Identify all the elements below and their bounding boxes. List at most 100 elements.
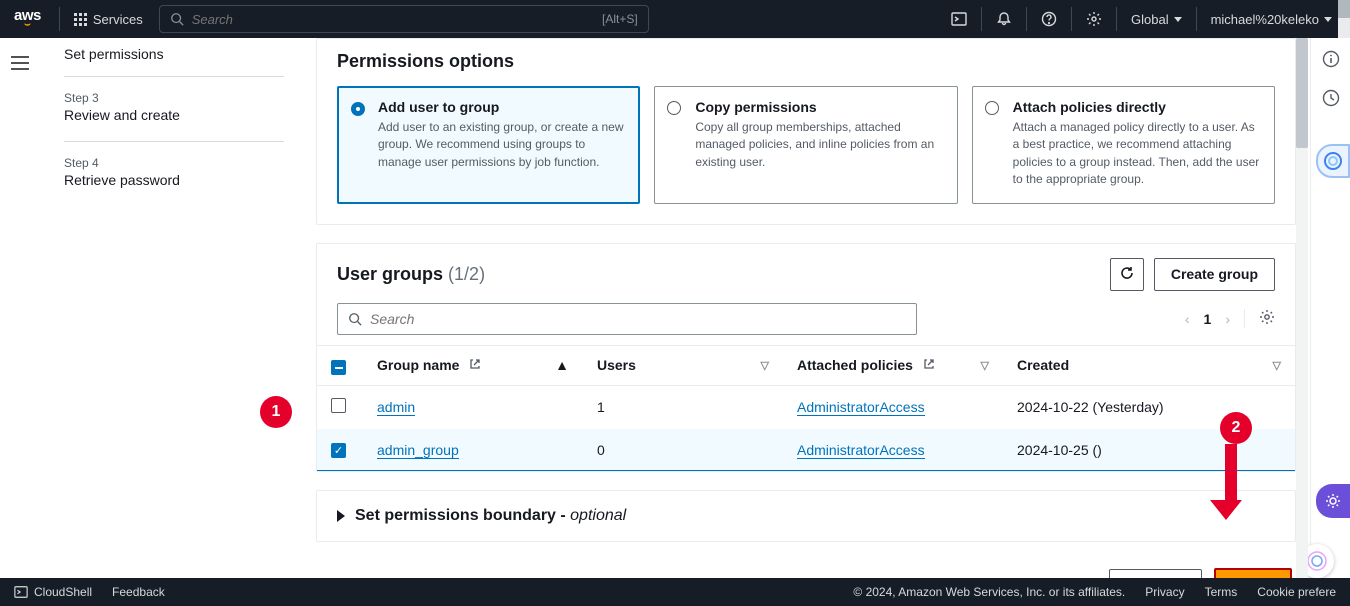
help-icon[interactable] [1031,0,1067,38]
option-copy-permissions[interactable]: Copy permissions Copy all group membersh… [654,86,957,204]
user-groups-panel: User groups (1/2) Create group ‹ 1 › [316,243,1296,473]
step-4-name[interactable]: Retrieve password [64,170,284,202]
settings-icon[interactable] [1076,0,1112,38]
next-button[interactable]: Next [1214,568,1292,578]
cookie-preferences-link[interactable]: Cookie prefere [1257,585,1336,599]
nav-divider [1116,7,1117,31]
col-group-name[interactable]: Group name [377,357,459,373]
nav-divider [1071,7,1072,31]
refresh-button[interactable] [1110,258,1144,291]
privacy-link[interactable]: Privacy [1145,585,1184,599]
option-attach-policies[interactable]: Attach policies directly Attach a manage… [972,86,1275,204]
cancel-button[interactable]: Cancel [1023,570,1097,578]
permissions-options-heading: Permissions options [337,51,1275,72]
step-divider [64,76,284,77]
policy-link[interactable]: AdministratorAccess [797,442,925,459]
table-header-row: Group name ▲ Users ▽ Attached policies ▽ Cr… [317,345,1295,386]
step-3-name[interactable]: Review and create [64,105,284,137]
floating-widget-2[interactable] [1316,484,1350,518]
wizard-footer: Cancel Previous Next [316,560,1296,578]
search-icon [348,312,362,326]
bottom-bar: CloudShell Feedback © 2024, Amazon Web S… [0,578,1350,606]
create-group-button[interactable]: Create group [1154,258,1275,291]
col-attached-policies[interactable]: Attached policies [797,357,913,373]
cell-created: 2024-10-25 () [1003,429,1295,471]
annotation-marker-2: 2 [1220,412,1252,444]
nav-divider [981,7,982,31]
permissions-boundary-toggle[interactable]: Set permissions boundary - optional [317,491,1295,541]
page-number: 1 [1204,311,1212,327]
row-checkbox[interactable] [331,398,346,413]
radio-icon [667,101,681,115]
side-nav-toggle-rail [0,46,40,83]
region-selector[interactable]: Global [1121,12,1192,27]
option-title: Add user to group [378,99,625,115]
filter-icon[interactable]: ▽ [761,359,769,372]
copyright-text: © 2024, Amazon Web Services, Inc. or its… [853,585,1125,599]
groups-count: (1/2) [448,264,485,284]
option-title: Attach policies directly [1013,99,1260,115]
option-desc: Attach a managed policy directly to a us… [1013,119,1260,189]
table-row[interactable]: admin 1 AdministratorAccess 2024-10-22 (… [317,386,1295,429]
cell-users: 0 [583,429,783,471]
step-4-label: Step 4 [64,156,284,170]
table-settings-icon[interactable] [1244,309,1275,328]
policy-link[interactable]: AdministratorAccess [797,399,925,416]
previous-button[interactable]: Previous [1109,569,1202,578]
floating-widget-1[interactable] [1316,144,1350,178]
filter-icon[interactable]: ▽ [1273,359,1281,372]
search-shortcut: [Alt+S] [602,12,638,26]
caret-down-icon [1324,17,1332,22]
global-search[interactable]: [Alt+S] [159,5,649,33]
content-scrollbar-thumb[interactable] [1296,38,1308,148]
col-created[interactable]: Created [1017,357,1069,373]
step-divider [64,141,284,142]
groups-search[interactable] [337,303,917,335]
group-name-link[interactable]: admin_group [377,442,459,459]
table-row[interactable]: ✓ admin_group 0 AdministratorAccess 2024… [317,429,1295,471]
next-page[interactable]: › [1225,311,1230,327]
col-users[interactable]: Users [597,357,636,373]
info-icon[interactable] [1322,50,1340,71]
groups-search-input[interactable] [370,311,906,327]
top-navigation: aws ⌣ Services [Alt+S] Global michael%20… [0,0,1350,38]
hamburger-icon[interactable] [1,46,39,83]
nav-divider [59,7,60,31]
cloudshell-label: CloudShell [34,585,92,599]
account-menu[interactable]: michael%20keleko [1201,12,1342,27]
permissions-options-panel: Permissions options Add user to group Ad… [316,38,1296,225]
cloudshell-link[interactable]: CloudShell [14,585,92,599]
option-add-to-group[interactable]: Add user to group Add user to an existin… [337,86,640,204]
filter-icon[interactable]: ▽ [981,359,989,372]
option-desc: Copy all group memberships, attached man… [695,119,942,171]
region-label: Global [1131,12,1169,27]
wizard-steps: Set permissions Step 3 Review and create… [64,38,284,208]
external-link-icon [469,357,481,373]
cell-users: 1 [583,386,783,429]
nav-divider [1196,7,1197,31]
browser-scrollbar-thumb[interactable] [1338,0,1350,18]
notifications-icon[interactable] [986,0,1022,38]
pagination: ‹ 1 › [1185,309,1275,328]
annotation-marker-1: 1 [260,396,292,428]
select-all-checkbox[interactable] [331,360,346,375]
feedback-link[interactable]: Feedback [112,585,165,599]
search-icon [170,12,184,26]
services-label: Services [93,12,143,27]
option-desc: Add user to an existing group, or create… [378,119,625,171]
external-link-icon [923,357,935,373]
boundary-title: Set permissions boundary - optional [355,507,626,525]
groups-table: Group name ▲ Users ▽ Attached policies ▽ Cr… [317,345,1295,472]
sort-asc-icon[interactable]: ▲ [555,357,569,373]
cloudshell-icon[interactable] [941,0,977,38]
search-input[interactable] [192,12,594,27]
terms-link[interactable]: Terms [1205,585,1238,599]
prev-page[interactable]: ‹ [1185,311,1190,327]
row-checkbox[interactable]: ✓ [331,443,346,458]
group-name-link[interactable]: admin [377,399,415,416]
history-icon[interactable] [1322,89,1340,110]
services-menu[interactable]: Services [64,12,153,27]
user-label: michael%20keleko [1211,12,1319,27]
user-groups-heading: User groups (1/2) [337,264,485,285]
aws-logo[interactable]: aws ⌣ [0,8,55,30]
